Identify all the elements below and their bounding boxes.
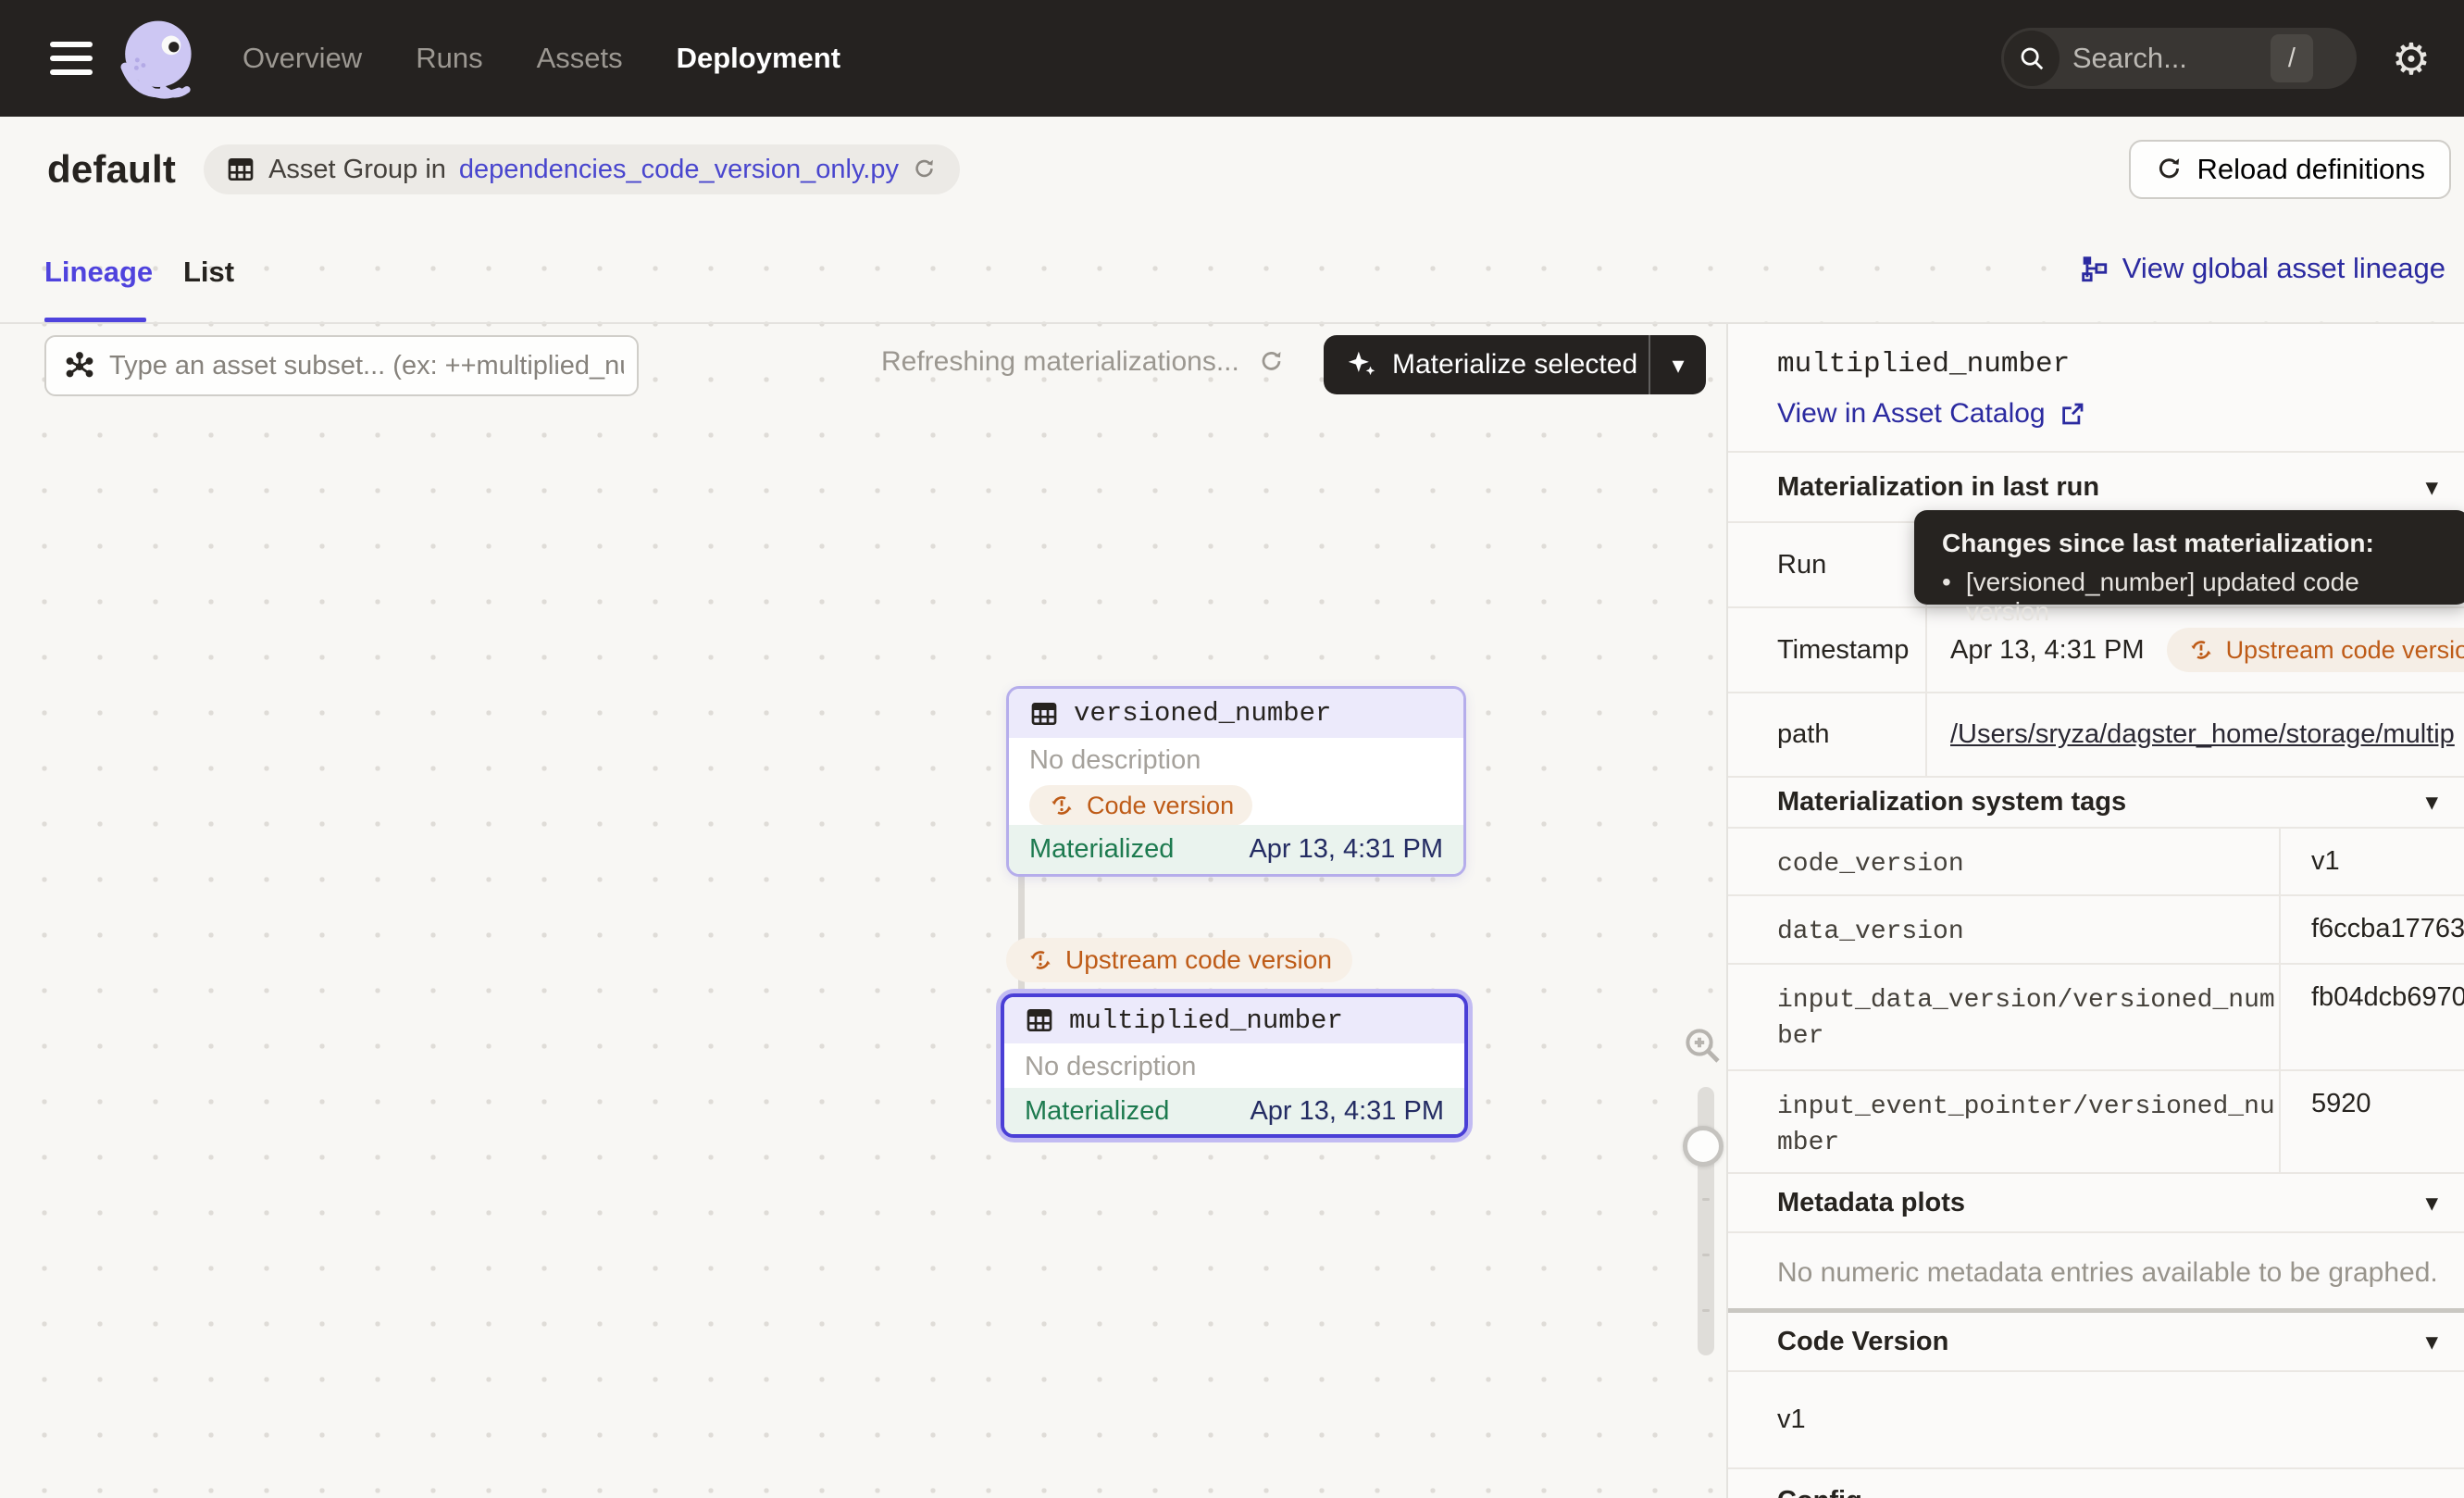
code-version-cycle-icon (1027, 946, 1054, 974)
code-location-link[interactable]: dependencies_code_version_only.py (459, 155, 899, 185)
tooltip-title: Changes since last materialization: (1942, 529, 2442, 558)
table-asset-icon (1025, 1005, 1054, 1035)
reload-icon (2155, 155, 2184, 184)
tag-value: fb04dcb6970 (2281, 965, 2464, 1069)
view-in-asset-catalog-link[interactable]: View in Asset Catalog (1777, 395, 2464, 432)
search-icon (2004, 31, 2060, 86)
settings-gear-icon[interactable]: ⚙ (2392, 37, 2431, 81)
status-badge: Materialized (1029, 834, 1174, 865)
tag-value: 5920 (2281, 1071, 2464, 1172)
tooltip-item: • [versioned_number] updated code versio… (1942, 568, 2442, 627)
asset-description: No description (1025, 1043, 1464, 1082)
nav-links: Overview Runs Assets Deployment (243, 42, 840, 75)
path-row: path /Users/sryza/dagster_home/storage/m… (1728, 692, 2464, 776)
content-area: default Asset Group in dependencies_code… (0, 117, 2464, 1498)
table-asset-icon (1029, 699, 1059, 729)
tab-bar: Lineage List View global asset lineage (0, 222, 2464, 324)
hamburger-menu-icon[interactable] (50, 42, 93, 75)
asset-node-versioned-number[interactable]: versioned_number No description Code ver… (1006, 686, 1466, 877)
refresh-icon[interactable] (1258, 348, 1286, 376)
section-materialization-system-tags[interactable]: Materialization system tags ▾ (1728, 776, 2464, 827)
run-label: Run (1728, 523, 1927, 606)
caret-down-icon: ▾ (2425, 1189, 2438, 1217)
external-link-icon (2059, 400, 2086, 428)
view-global-asset-lineage-link[interactable]: View global asset lineage (2078, 252, 2445, 285)
search-input[interactable] (2072, 42, 2271, 75)
bullet-icon: • (1942, 568, 1951, 627)
upstream-code-version-badge: Upstream code version (2167, 628, 2464, 672)
path-label: path (1728, 693, 1927, 776)
reload-location-icon[interactable] (912, 156, 938, 182)
grid-table-icon (226, 155, 255, 184)
table-row: code_version v1 (1728, 827, 2464, 894)
active-tab-underline (44, 318, 146, 322)
code-version-tag: Code version (1029, 785, 1252, 826)
section-code-version[interactable]: Code Version ▾ (1728, 1313, 2464, 1370)
code-version-value: v1 (1728, 1370, 2464, 1467)
materialization-time: Apr 13, 4:31 PM (1250, 1096, 1444, 1127)
page-title: default (47, 147, 176, 192)
search-shortcut-key: / (2271, 34, 2313, 82)
code-version-cycle-icon (2187, 636, 2215, 664)
section-config[interactable]: Config (1728, 1467, 2464, 1498)
nav-item-overview[interactable]: Overview (243, 42, 362, 75)
zoom-slider-handle[interactable] (1683, 1126, 1724, 1167)
page-header: default Asset Group in dependencies_code… (0, 117, 2464, 222)
table-row: input_data_version/versioned_number fb04… (1728, 963, 2464, 1069)
panel-asset-title: multiplied_number (1728, 324, 2464, 381)
upstream-code-version-badge: Upstream code version (1006, 938, 1352, 982)
asset-group-label: Asset Group in (268, 155, 446, 185)
table-row: input_event_pointer/versioned_number 592… (1728, 1069, 2464, 1172)
asset-detail-panel: multiplied_number View in Asset Catalog … (1728, 324, 2464, 1498)
lineage-graph-icon (2078, 253, 2109, 284)
asset-lineage-graph: Refreshing materializations... Materiali… (0, 324, 1728, 1498)
caret-down-icon: ▾ (2425, 1328, 2438, 1356)
asset-description: No description (1029, 745, 1443, 776)
timestamp-value: Apr 13, 4:31 PM (1950, 635, 2145, 666)
tag-key: data_version (1777, 914, 2282, 950)
metadata-empty-message: No numeric metadata entries available to… (1728, 1231, 2464, 1308)
asset-node-multiplied-number[interactable]: multiplied_number No description Materia… (996, 989, 1473, 1142)
asset-subset-icon (63, 350, 96, 383)
changes-since-materialization-tooltip: Changes since last materialization: • [v… (1914, 510, 2464, 605)
code-version-cycle-icon (1048, 792, 1076, 819)
path-value-link[interactable]: /Users/sryza/dagster_home/storage/multip (1950, 719, 2455, 750)
asset-name: versioned_number (1074, 698, 1331, 729)
top-nav: Overview Runs Assets Deployment / ⚙ (0, 0, 2464, 117)
asset-group-badge: Asset Group in dependencies_code_version… (204, 144, 960, 194)
dagster-logo-icon[interactable] (113, 15, 200, 102)
nav-item-assets[interactable]: Assets (537, 42, 623, 75)
asset-name: multiplied_number (1069, 1005, 1343, 1036)
materialize-selected-button[interactable]: Materialize selected ▾ (1324, 335, 1706, 394)
reload-definitions-button[interactable]: Reload definitions (2129, 140, 2451, 199)
nav-item-deployment[interactable]: Deployment (677, 42, 840, 75)
caret-down-icon: ▾ (2425, 788, 2438, 817)
tag-value: v1 (2281, 829, 2464, 894)
refresh-status: Refreshing materializations... (881, 346, 1286, 378)
zoom-in-icon[interactable] (1681, 1024, 1725, 1068)
caret-down-icon: ▾ (2425, 473, 2438, 502)
asset-subset-input[interactable] (44, 335, 639, 396)
tag-value: f6ccba177638 (2281, 896, 2464, 963)
sparkle-icon (1344, 347, 1379, 382)
tag-key: input_data_version/versioned_number (1777, 982, 2282, 1055)
materialize-dropdown-caret[interactable]: ▾ (1650, 351, 1706, 380)
table-row: data_version f6ccba177638 (1728, 894, 2464, 963)
tab-list[interactable]: List (183, 256, 234, 289)
dagster-app: Overview Runs Assets Deployment / ⚙ defa… (0, 0, 2464, 1498)
tag-key: code_version (1777, 846, 2282, 882)
tab-lineage[interactable]: Lineage (44, 256, 153, 289)
global-search[interactable]: / (2001, 28, 2357, 89)
status-badge: Materialized (1025, 1096, 1169, 1127)
section-metadata-plots[interactable]: Metadata plots ▾ (1728, 1172, 2464, 1231)
materialization-time: Apr 13, 4:31 PM (1249, 834, 1443, 865)
nav-item-runs[interactable]: Runs (416, 42, 482, 75)
timestamp-label: Timestamp (1728, 608, 1927, 692)
tag-key: input_event_pointer/versioned_number (1777, 1089, 2282, 1161)
